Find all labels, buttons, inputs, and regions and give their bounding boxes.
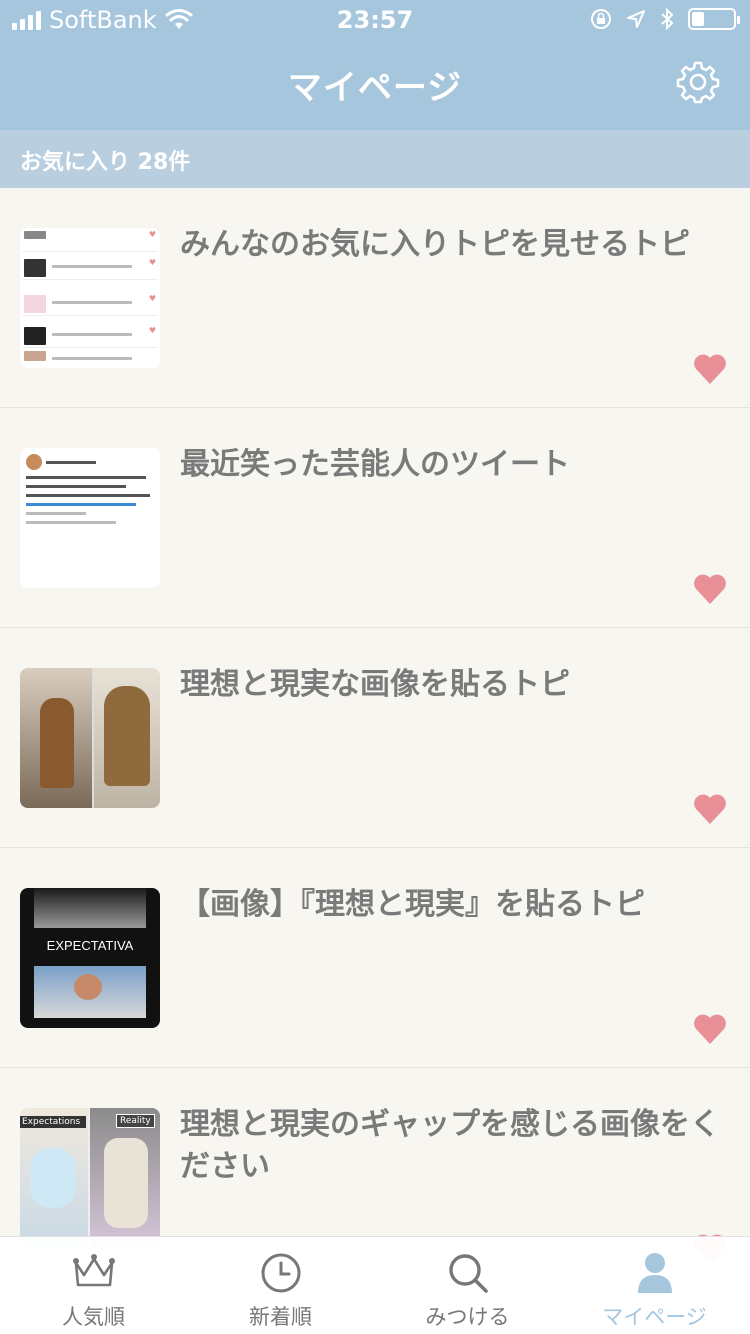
favorites-list: ♥ ♥ ♥ ♥ みんなのお気に入りトピを見せるトピ 最近笑った芸能人のツイート <box>0 188 750 1288</box>
thumbnail-label-reality: Reality <box>116 1114 155 1128</box>
bluetooth-icon <box>661 8 674 30</box>
tab-label: みつける <box>425 1305 510 1329</box>
heart-icon[interactable] <box>692 572 728 606</box>
tab-label: 人気順 <box>62 1305 125 1329</box>
item-title: 最近笑った芸能人のツイート <box>180 447 570 482</box>
location-icon <box>627 10 645 28</box>
page-title: マイページ <box>287 68 463 108</box>
gear-icon <box>676 61 720 104</box>
heart-icon[interactable] <box>692 792 728 826</box>
tab-popular[interactable]: 人気順 <box>0 1237 187 1334</box>
heart-icon[interactable] <box>692 352 728 386</box>
list-item[interactable]: 理想と現実な画像を貼るトピ <box>0 628 750 848</box>
item-title: 理想と現実のギャップを感じる画像をください <box>180 1107 720 1184</box>
list-item[interactable]: EXPECTATIVA 【画像】『理想と現実』を貼るトピ <box>0 848 750 1068</box>
item-thumbnail <box>20 448 160 588</box>
favorites-count: お気に入り 28件 <box>20 150 191 175</box>
tab-new[interactable]: 新着順 <box>187 1237 374 1334</box>
heart-icon[interactable] <box>692 1012 728 1046</box>
favorites-header: お気に入り 28件 <box>0 130 750 188</box>
item-title: みんなのお気に入りトピを見せるトピ <box>180 227 690 262</box>
thumbnail-label-expectations: Expectations <box>20 1116 86 1128</box>
thumbnail-caption: EXPECTATIVA <box>46 938 134 953</box>
tab-label: マイページ <box>602 1305 707 1329</box>
tab-search[interactable]: みつける <box>374 1237 561 1334</box>
battery-fill <box>692 12 704 26</box>
settings-button[interactable] <box>676 60 720 104</box>
list-item[interactable]: 最近笑った芸能人のツイート <box>0 408 750 628</box>
battery-icon <box>688 8 740 30</box>
clock-icon <box>261 1253 301 1293</box>
item-thumbnail: Expectations Reality <box>20 1108 160 1248</box>
status-bar: SoftBank 23:57 <box>0 0 750 40</box>
item-thumbnail: EXPECTATIVA <box>20 888 160 1028</box>
tab-bar: 人気順 新着順 みつける マイページ <box>0 1236 750 1334</box>
tab-label: 新着順 <box>249 1305 312 1329</box>
item-thumbnail: ♥ ♥ ♥ ♥ <box>20 228 160 368</box>
status-right <box>590 8 740 30</box>
item-thumbnail <box>20 668 160 808</box>
item-title: 理想と現実な画像を貼るトピ <box>180 667 570 702</box>
item-title: 【画像】『理想と現実』を貼るトピ <box>180 887 645 922</box>
list-item[interactable]: ♥ ♥ ♥ ♥ みんなのお気に入りトピを見せるトピ <box>0 188 750 408</box>
person-icon <box>638 1253 672 1293</box>
orientation-lock-icon <box>591 9 611 29</box>
crown-icon <box>73 1254 115 1287</box>
app-header: SoftBank 23:57 マイページ <box>0 0 750 130</box>
search-icon <box>449 1254 488 1293</box>
tab-mypage[interactable]: マイページ <box>561 1237 748 1334</box>
